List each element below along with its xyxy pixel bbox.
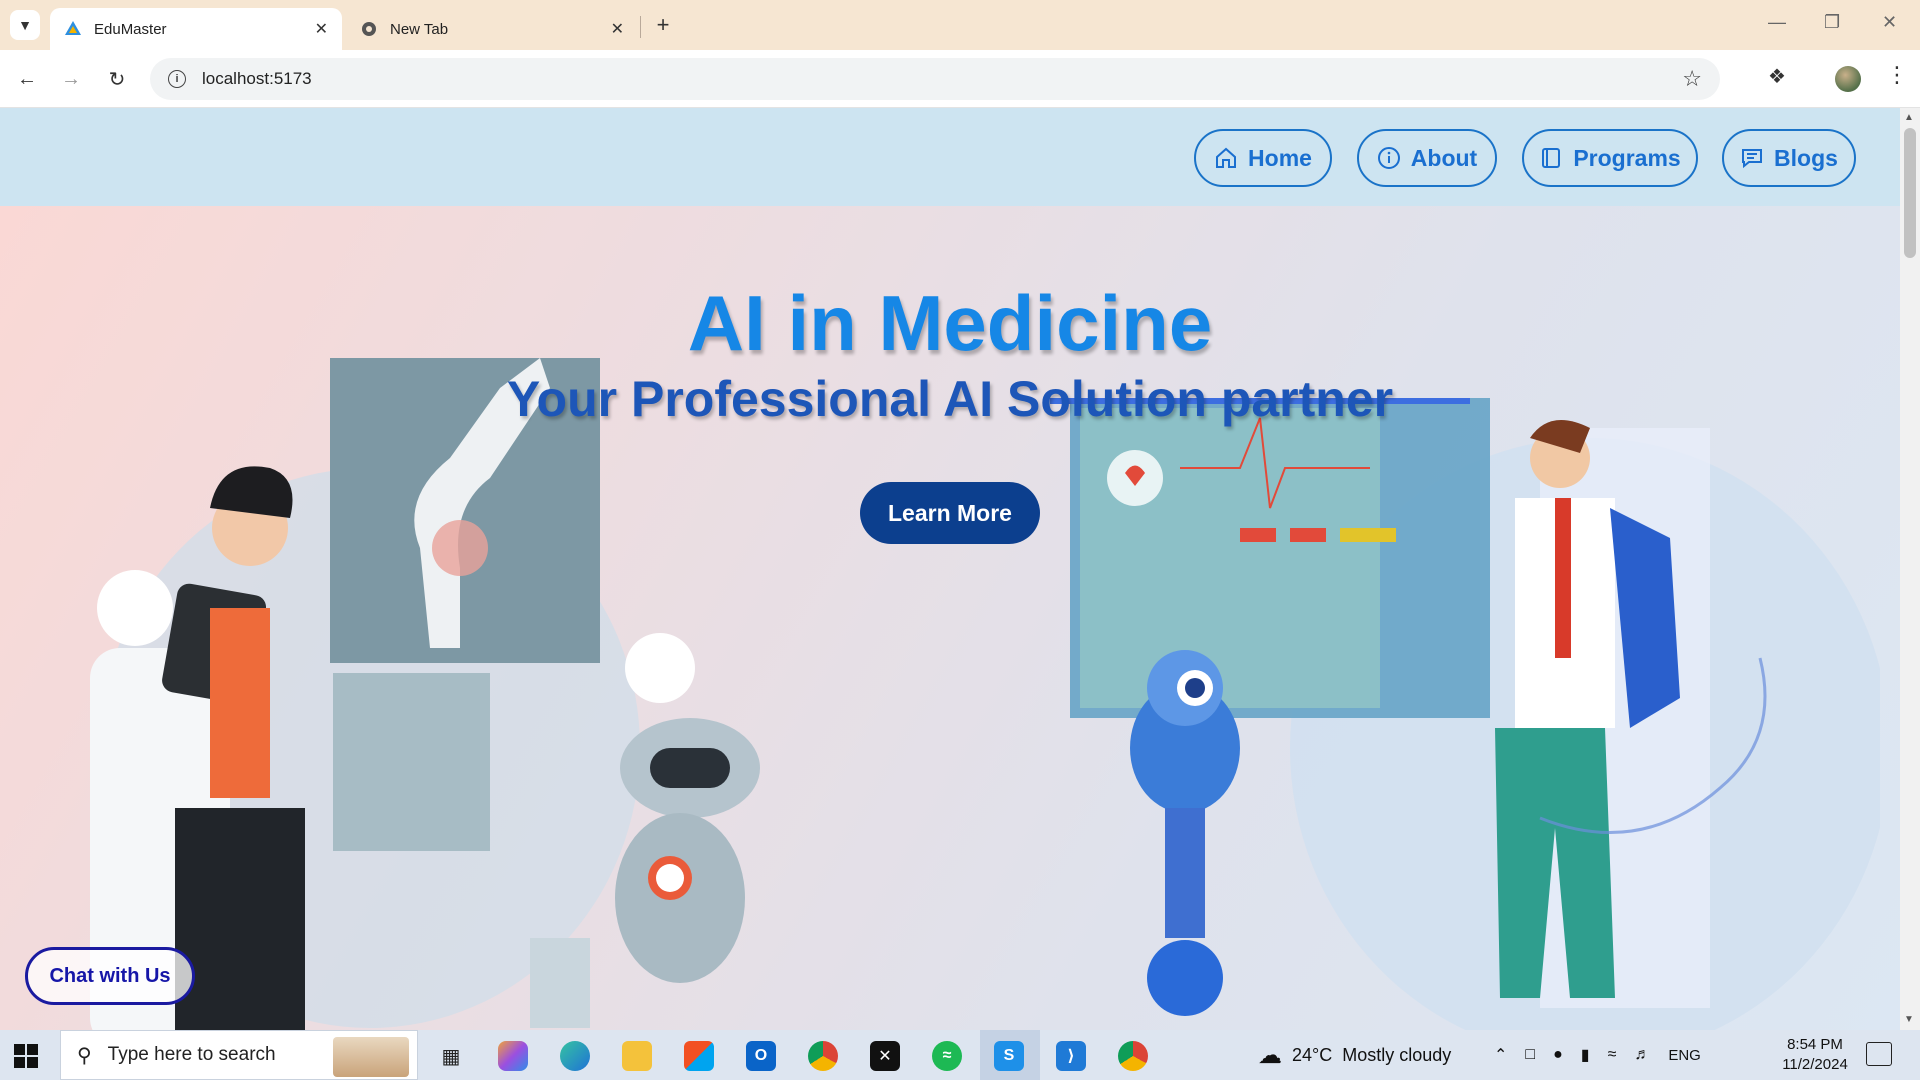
clock-time: 8:54 PM xyxy=(1787,1036,1843,1053)
windows-start-icon[interactable] xyxy=(14,1044,38,1068)
forward-arrow-icon[interactable]: → xyxy=(56,64,86,94)
windows-taskbar: ⚲ Type here to search ▦ O ✕ ≈ S ⟩ ☁ 24°C… xyxy=(0,1030,1920,1080)
nav-blogs-button[interactable]: Blogs xyxy=(1722,129,1856,187)
taskbar-clock[interactable]: 8:54 PM 11/2/2024 xyxy=(1770,1035,1860,1075)
chevron-down-icon: ▼ xyxy=(18,17,32,33)
chrome-profile-icon[interactable] xyxy=(1118,1041,1148,1071)
hero-subtitle: Your Professional AI Solution partner xyxy=(506,371,1394,427)
page-viewport: Home About Programs Blogs AI in Medicine… xyxy=(0,108,1900,1030)
home-icon xyxy=(1216,147,1237,168)
scroll-up-arrow-icon[interactable]: ▲ xyxy=(1904,112,1914,123)
minimize-icon[interactable]: — xyxy=(1768,12,1786,33)
meet-now-icon[interactable]: □ xyxy=(1525,1046,1535,1064)
weather-condition: Mostly cloudy xyxy=(1342,1044,1452,1065)
search-highlight-image xyxy=(333,1037,409,1077)
taskbar-search-box[interactable]: ⚲ Type here to search xyxy=(60,1030,418,1080)
copilot-icon[interactable] xyxy=(498,1041,528,1071)
outlook-icon[interactable]: O xyxy=(746,1041,776,1071)
nav-label: Home xyxy=(1248,144,1312,171)
url-text[interactable]: localhost:5173 xyxy=(202,69,312,89)
tab-separator xyxy=(640,16,641,38)
close-tab-icon[interactable]: ✕ xyxy=(315,19,328,39)
task-view-icon[interactable]: ▦ xyxy=(436,1041,466,1071)
language-indicator[interactable]: ENG xyxy=(1668,1047,1701,1064)
spotify-icon[interactable]: ≈ xyxy=(932,1041,962,1071)
nav-home-button[interactable]: Home xyxy=(1194,129,1332,187)
scroll-down-arrow-icon[interactable]: ▼ xyxy=(1904,1014,1914,1025)
new-tab-button[interactable]: + xyxy=(650,12,676,38)
tab-title: EduMaster xyxy=(94,20,167,38)
browser-toolbar: ← → ↻ i localhost:5173 ☆ xyxy=(0,50,1920,108)
skype-icon[interactable]: S xyxy=(994,1041,1024,1071)
search-icon: ⚲ xyxy=(77,1044,92,1067)
close-window-icon[interactable]: ✕ xyxy=(1882,12,1897,33)
tab-title: New Tab xyxy=(390,20,449,38)
browser-tab-bar: ▼ EduMaster ✕ New Tab ✕ + — ❐ ✕ xyxy=(0,0,1920,50)
tab-search-button[interactable]: ▼ xyxy=(10,10,40,40)
scrollbar-thumb[interactable] xyxy=(1904,128,1916,258)
search-placeholder: Type here to search xyxy=(107,1044,276,1065)
page-scrollbar[interactable]: ▲ ▼ xyxy=(1900,108,1920,1030)
book-icon xyxy=(1542,148,1561,168)
info-icon xyxy=(1377,147,1400,169)
notifications-icon[interactable] xyxy=(1866,1042,1892,1066)
microphone-icon[interactable]: ● xyxy=(1553,1046,1563,1064)
file-explorer-icon[interactable] xyxy=(622,1041,652,1071)
cloudy-weather-icon: ☁ xyxy=(1258,1041,1282,1069)
chrome-icon[interactable] xyxy=(808,1041,838,1071)
back-arrow-icon[interactable]: ← xyxy=(12,64,42,94)
nav-label: Programs xyxy=(1573,144,1681,171)
chat-icon xyxy=(1742,149,1763,169)
hero-title: AI in Medicine xyxy=(687,279,1213,367)
more-menu-icon[interactable]: ⋮ xyxy=(1886,62,1908,88)
address-bar[interactable]: i localhost:5173 ☆ xyxy=(150,58,1720,100)
nav-programs-button[interactable]: Programs xyxy=(1522,129,1698,187)
restore-icon[interactable]: ❐ xyxy=(1824,12,1840,33)
edumaster-favicon-icon xyxy=(64,20,82,38)
reload-icon[interactable]: ↻ xyxy=(102,64,132,94)
wifi-icon[interactable]: ≈ xyxy=(1608,1046,1617,1064)
system-tray: ⌃ □ ● ▮ ≈ ♬ ENG xyxy=(1494,1030,1701,1080)
site-info-icon[interactable]: i xyxy=(168,70,186,88)
chat-with-us-button[interactable]: Chat with Us xyxy=(25,947,195,1005)
site-header: Home About Programs Blogs xyxy=(0,108,1900,206)
weather-temp: 24°C xyxy=(1292,1044,1333,1065)
close-tab-icon[interactable]: ✕ xyxy=(611,19,624,39)
clock-date: 11/2/2024 xyxy=(1782,1056,1848,1073)
nav-label: Blogs xyxy=(1774,144,1838,171)
vscode-icon[interactable]: ⟩ xyxy=(1056,1041,1086,1071)
volume-icon[interactable]: ♬ xyxy=(1634,1046,1650,1064)
nav-about-button[interactable]: About xyxy=(1357,129,1497,187)
capcut-icon[interactable]: ✕ xyxy=(870,1041,900,1071)
edge-icon[interactable] xyxy=(560,1041,590,1071)
tab-edumaster[interactable]: EduMaster ✕ xyxy=(50,8,342,50)
robot-and-scientist-illustration xyxy=(1050,398,1880,1030)
tab-new-tab[interactable]: New Tab ✕ xyxy=(346,8,638,50)
profile-avatar[interactable] xyxy=(1835,66,1861,92)
microsoft-store-icon[interactable] xyxy=(684,1041,714,1071)
chrome-favicon-icon xyxy=(360,20,378,38)
show-hidden-icons-icon[interactable]: ⌃ xyxy=(1494,1045,1507,1065)
extensions-puzzle-icon[interactable]: ❖ xyxy=(1768,64,1786,89)
battery-icon[interactable]: ▮ xyxy=(1581,1045,1590,1065)
bookmark-star-icon[interactable]: ☆ xyxy=(1682,66,1702,92)
weather-widget[interactable]: ☁ 24°C Mostly cloudy xyxy=(1258,1030,1451,1080)
nav-label: About xyxy=(1410,144,1478,171)
learn-more-button[interactable]: Learn More xyxy=(860,482,1040,544)
